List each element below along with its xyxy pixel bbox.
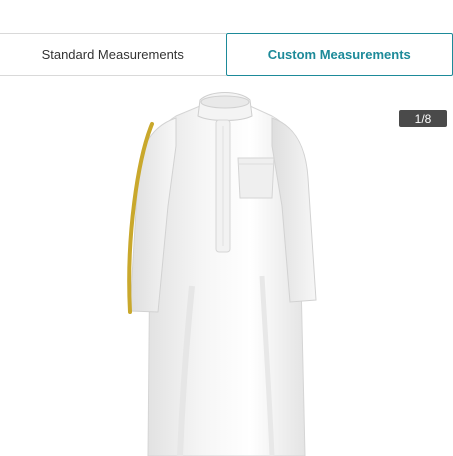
tab-custom-label: Custom Measurements [267,47,411,62]
tab-standard-label: Standard Measurements [41,47,184,62]
thobe-measurement-figure [127,92,317,456]
tab-standard-measurements[interactable]: Standard Measurements [0,33,226,76]
tab-custom-measurements[interactable]: Custom Measurements [225,33,453,76]
measurement-tabs: Standard Measurements Custom Measurement… [0,33,453,76]
